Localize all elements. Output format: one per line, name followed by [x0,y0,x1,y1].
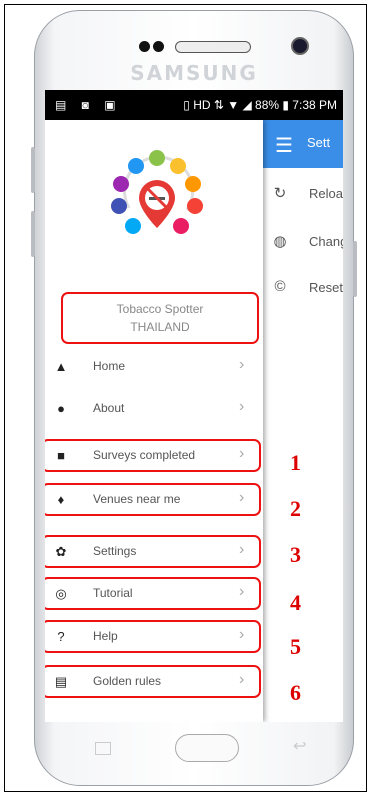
globe-icon: ◍ [273,233,287,250]
menu-item-label: Venues near me [93,492,181,506]
menu-item-surveys-completed[interactable]: ■ Surveys completed › [45,439,263,473]
organization-country: THAILAND [130,320,190,334]
menu-item-venues-near-me[interactable]: ♦ Venues near me › [45,483,263,517]
annotation-number-6: 6 [290,680,301,705]
recent-apps-icon[interactable] [95,742,111,755]
tobacco-spotter-logo [111,150,203,234]
chevron-right-icon: › [239,489,245,506]
sensor-dots [139,39,167,57]
earpiece-speaker [175,41,251,53]
app-row-reset[interactable]: © Reset [263,274,343,304]
background-app: ☰ Sett ↻ Reload ◍ Chang © Reset [263,120,343,722]
help-icon: ? [57,629,65,644]
map-pin-icon: ♦ [57,492,65,507]
home-icon: ▲ [54,359,68,374]
briefcase-icon: ■ [57,448,65,463]
annotation-number-1: 1 [290,450,301,475]
clipboard-icon: ▤ [54,674,68,689]
menu-item-label: About [93,401,125,415]
menu-item-about[interactable]: ● About › [45,392,263,426]
volume-up-button [31,147,35,193]
hamburger-icon[interactable]: ☰ [275,133,293,158]
info-icon: ● [57,401,65,416]
annotation-number-2: 2 [290,496,301,521]
app-row-reload[interactable]: ↻ Reload [263,180,343,210]
menu-item-home[interactable]: ▲ Home › [45,350,263,384]
home-button[interactable] [175,734,239,762]
annotation-number-3: 3 [290,542,301,567]
chevron-right-icon: › [239,671,245,688]
power-button [353,241,357,297]
app-row-change[interactable]: ◍ Chang [263,228,343,258]
reset-icon: © [274,278,286,295]
chevron-right-icon: › [239,541,245,558]
chevron-right-icon: › [239,398,245,415]
menu-item-label: Settings [93,544,137,558]
app-bar: ☰ Sett [263,120,343,168]
menu-item-label: Golden rules [93,674,162,688]
menu-item-label: Tutorial [93,586,133,600]
front-camera [291,37,309,55]
status-left-icons: ▤ ◙ ▣ [55,98,122,112]
organization-name: Tobacco Spotter [116,302,204,316]
volume-down-button [31,211,35,257]
brand-logo: SAMSUNG [130,61,258,85]
app-row-label: Chang [309,234,343,249]
gear-icon: ✿ [55,544,67,559]
status-right: ▯ HD ⇅ ▼ ◢ 88% ▮ 7:38 PM [183,98,337,112]
app-row-label: Reset [309,280,343,295]
reload-icon: ↻ [273,185,287,202]
tutorial-icon: ◎ [55,586,67,601]
chevron-right-icon: › [239,583,245,600]
app-title: Sett [307,135,331,150]
menu-item-tutorial[interactable]: ◎ Tutorial › [45,577,263,611]
menu-item-golden-rules[interactable]: ▤ Golden rules › [45,665,263,699]
annotation-number-5: 5 [290,634,301,659]
back-icon[interactable]: ↩ [293,736,306,756]
chevron-right-icon: › [239,626,245,643]
chevron-right-icon: › [239,356,245,373]
menu-item-label: Help [93,629,118,643]
hardware-nav-bar: ↩ [45,724,343,768]
menu-item-label: Home [93,359,126,373]
menu-item-settings[interactable]: ✿ Settings › [45,535,263,569]
chevron-right-icon: › [239,445,245,462]
organization-box: Tobacco Spotter THAILAND [61,292,259,344]
menu-item-label: Surveys completed [93,448,196,462]
phone-screen: ▤ ◙ ▣ ▯ HD ⇅ ▼ ◢ 88% ▮ 7:38 PM ☰ Sett ↻ … [45,90,343,722]
menu-item-help[interactable]: ? Help › [45,620,263,654]
navigation-drawer: Tobacco Spotter THAILAND ▲ Home › ● Abou… [45,120,263,722]
status-bar: ▤ ◙ ▣ ▯ HD ⇅ ▼ ◢ 88% ▮ 7:38 PM [45,90,343,120]
annotation-number-4: 4 [290,590,301,615]
app-row-label: Reload [309,186,343,201]
